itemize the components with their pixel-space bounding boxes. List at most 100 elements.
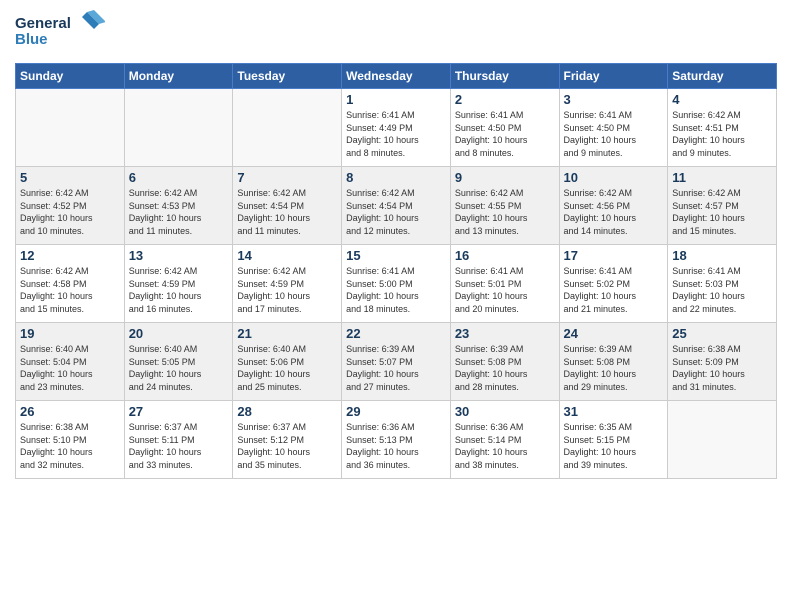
day-number: 5 bbox=[20, 170, 120, 185]
day-number: 23 bbox=[455, 326, 555, 341]
day-info: Sunrise: 6:41 AM Sunset: 4:50 PM Dayligh… bbox=[455, 109, 555, 159]
day-info: Sunrise: 6:41 AM Sunset: 5:03 PM Dayligh… bbox=[672, 265, 772, 315]
calendar-cell: 30Sunrise: 6:36 AM Sunset: 5:14 PM Dayli… bbox=[450, 401, 559, 479]
logo: General Blue bbox=[15, 10, 105, 55]
day-number: 14 bbox=[237, 248, 337, 263]
day-number: 4 bbox=[672, 92, 772, 107]
day-number: 12 bbox=[20, 248, 120, 263]
day-info: Sunrise: 6:42 AM Sunset: 4:53 PM Dayligh… bbox=[129, 187, 229, 237]
day-info: Sunrise: 6:38 AM Sunset: 5:10 PM Dayligh… bbox=[20, 421, 120, 471]
day-info: Sunrise: 6:35 AM Sunset: 5:15 PM Dayligh… bbox=[564, 421, 664, 471]
calendar-cell bbox=[124, 89, 233, 167]
calendar-cell: 25 Sunrise: 6:38 AM Sunset: 5:09 PM Dayli… bbox=[668, 323, 777, 401]
calendar-cell: 21 Sunrise: 6:40 AM Sunset: 5:06 PM Dayli… bbox=[233, 323, 342, 401]
calendar-cell: 11 Sunrise: 6:42 AM Sunset: 4:57 PM Dayli… bbox=[668, 167, 777, 245]
day-number: 28 bbox=[237, 404, 337, 419]
calendar-cell: 9Sunrise: 6:42 AM Sunset: 4:55 PM Daylig… bbox=[450, 167, 559, 245]
day-number: 3 bbox=[564, 92, 664, 107]
weekday-saturday: Saturday bbox=[668, 64, 777, 89]
weekday-tuesday: Tuesday bbox=[233, 64, 342, 89]
calendar-cell: 27 Sunrise: 6:37 AM Sunset: 5:11 PM Dayli… bbox=[124, 401, 233, 479]
week-row-2: 5 Sunrise: 6:42 AM Sunset: 4:52 PM Daylig… bbox=[16, 167, 777, 245]
calendar-cell bbox=[233, 89, 342, 167]
calendar-cell: 31 Sunrise: 6:35 AM Sunset: 5:15 PM Dayli… bbox=[559, 401, 668, 479]
day-number: 17 bbox=[564, 248, 664, 263]
day-number: 9 bbox=[455, 170, 555, 185]
day-info: Sunrise: 6:39 AM Sunset: 5:08 PM Dayligh… bbox=[564, 343, 664, 393]
day-number: 2 bbox=[455, 92, 555, 107]
calendar-cell: 19 Sunrise: 6:40 AM Sunset: 5:04 PM Dayli… bbox=[16, 323, 125, 401]
day-info: Sunrise: 6:39 AM Sunset: 5:07 PM Dayligh… bbox=[346, 343, 446, 393]
day-number: 26 bbox=[20, 404, 120, 419]
day-info: Sunrise: 6:42 AM Sunset: 4:59 PM Dayligh… bbox=[129, 265, 229, 315]
week-row-3: 12 Sunrise: 6:42 AM Sunset: 4:58 PM Dayli… bbox=[16, 245, 777, 323]
week-row-5: 26 Sunrise: 6:38 AM Sunset: 5:10 PM Dayli… bbox=[16, 401, 777, 479]
calendar-cell: 12 Sunrise: 6:42 AM Sunset: 4:58 PM Dayli… bbox=[16, 245, 125, 323]
day-info: Sunrise: 6:40 AM Sunset: 5:06 PM Dayligh… bbox=[237, 343, 337, 393]
calendar-cell: 18Sunrise: 6:41 AM Sunset: 5:03 PM Dayli… bbox=[668, 245, 777, 323]
day-info: Sunrise: 6:41 AM Sunset: 5:01 PM Dayligh… bbox=[455, 265, 555, 315]
calendar-table: SundayMondayTuesdayWednesdayThursdayFrid… bbox=[15, 63, 777, 479]
day-number: 21 bbox=[237, 326, 337, 341]
day-number: 30 bbox=[455, 404, 555, 419]
calendar-cell: 22Sunrise: 6:39 AM Sunset: 5:07 PM Dayli… bbox=[342, 323, 451, 401]
calendar-cell: 10 Sunrise: 6:42 AM Sunset: 4:56 PM Dayli… bbox=[559, 167, 668, 245]
day-info: Sunrise: 6:42 AM Sunset: 4:57 PM Dayligh… bbox=[672, 187, 772, 237]
day-info: Sunrise: 6:42 AM Sunset: 4:54 PM Dayligh… bbox=[346, 187, 446, 237]
calendar-cell bbox=[16, 89, 125, 167]
calendar-cell bbox=[668, 401, 777, 479]
day-info: Sunrise: 6:38 AM Sunset: 5:09 PM Dayligh… bbox=[672, 343, 772, 393]
day-number: 1 bbox=[346, 92, 446, 107]
day-info: Sunrise: 6:42 AM Sunset: 4:58 PM Dayligh… bbox=[20, 265, 120, 315]
day-info: Sunrise: 6:39 AM Sunset: 5:08 PM Dayligh… bbox=[455, 343, 555, 393]
weekday-header-row: SundayMondayTuesdayWednesdayThursdayFrid… bbox=[16, 64, 777, 89]
day-info: Sunrise: 6:42 AM Sunset: 4:54 PM Dayligh… bbox=[237, 187, 337, 237]
day-number: 13 bbox=[129, 248, 229, 263]
calendar-cell: 15 Sunrise: 6:41 AM Sunset: 5:00 PM Dayli… bbox=[342, 245, 451, 323]
day-number: 10 bbox=[564, 170, 664, 185]
day-number: 31 bbox=[564, 404, 664, 419]
calendar-cell: 8 Sunrise: 6:42 AM Sunset: 4:54 PM Daylig… bbox=[342, 167, 451, 245]
week-row-4: 19 Sunrise: 6:40 AM Sunset: 5:04 PM Dayli… bbox=[16, 323, 777, 401]
weekday-wednesday: Wednesday bbox=[342, 64, 451, 89]
header: General Blue bbox=[15, 10, 777, 55]
day-number: 11 bbox=[672, 170, 772, 185]
day-number: 24 bbox=[564, 326, 664, 341]
weekday-monday: Monday bbox=[124, 64, 233, 89]
day-info: Sunrise: 6:40 AM Sunset: 5:04 PM Dayligh… bbox=[20, 343, 120, 393]
day-number: 19 bbox=[20, 326, 120, 341]
week-row-1: 1 Sunrise: 6:41 AM Sunset: 4:49 PM Daylig… bbox=[16, 89, 777, 167]
svg-text:Blue: Blue bbox=[15, 31, 48, 48]
calendar-cell: 26 Sunrise: 6:38 AM Sunset: 5:10 PM Dayli… bbox=[16, 401, 125, 479]
day-info: Sunrise: 6:41 AM Sunset: 4:50 PM Dayligh… bbox=[564, 109, 664, 159]
day-info: Sunrise: 6:36 AM Sunset: 5:13 PM Dayligh… bbox=[346, 421, 446, 471]
day-info: Sunrise: 6:42 AM Sunset: 4:52 PM Dayligh… bbox=[20, 187, 120, 237]
day-info: Sunrise: 6:42 AM Sunset: 4:51 PM Dayligh… bbox=[672, 109, 772, 159]
day-info: Sunrise: 6:42 AM Sunset: 4:56 PM Dayligh… bbox=[564, 187, 664, 237]
day-info: Sunrise: 6:37 AM Sunset: 5:11 PM Dayligh… bbox=[129, 421, 229, 471]
calendar-cell: 29 Sunrise: 6:36 AM Sunset: 5:13 PM Dayli… bbox=[342, 401, 451, 479]
day-number: 25 bbox=[672, 326, 772, 341]
day-info: Sunrise: 6:40 AM Sunset: 5:05 PM Dayligh… bbox=[129, 343, 229, 393]
day-number: 20 bbox=[129, 326, 229, 341]
weekday-thursday: Thursday bbox=[450, 64, 559, 89]
day-number: 29 bbox=[346, 404, 446, 419]
calendar-cell: 17Sunrise: 6:41 AM Sunset: 5:02 PM Dayli… bbox=[559, 245, 668, 323]
calendar-cell: 6Sunrise: 6:42 AM Sunset: 4:53 PM Daylig… bbox=[124, 167, 233, 245]
calendar-cell: 16 Sunrise: 6:41 AM Sunset: 5:01 PM Dayli… bbox=[450, 245, 559, 323]
day-number: 27 bbox=[129, 404, 229, 419]
day-number: 7 bbox=[237, 170, 337, 185]
calendar-cell: 24 Sunrise: 6:39 AM Sunset: 5:08 PM Dayli… bbox=[559, 323, 668, 401]
weekday-sunday: Sunday bbox=[16, 64, 125, 89]
day-info: Sunrise: 6:42 AM Sunset: 4:59 PM Dayligh… bbox=[237, 265, 337, 315]
day-number: 8 bbox=[346, 170, 446, 185]
calendar-cell: 23 Sunrise: 6:39 AM Sunset: 5:08 PM Dayli… bbox=[450, 323, 559, 401]
calendar-cell: 2 Sunrise: 6:41 AM Sunset: 4:50 PM Daylig… bbox=[450, 89, 559, 167]
day-number: 16 bbox=[455, 248, 555, 263]
day-info: Sunrise: 6:41 AM Sunset: 5:00 PM Dayligh… bbox=[346, 265, 446, 315]
day-number: 15 bbox=[346, 248, 446, 263]
calendar-cell: 14 Sunrise: 6:42 AM Sunset: 4:59 PM Dayli… bbox=[233, 245, 342, 323]
logo-svg: General Blue bbox=[15, 10, 105, 55]
day-info: Sunrise: 6:41 AM Sunset: 4:49 PM Dayligh… bbox=[346, 109, 446, 159]
calendar-cell: 13 Sunrise: 6:42 AM Sunset: 4:59 PM Dayli… bbox=[124, 245, 233, 323]
